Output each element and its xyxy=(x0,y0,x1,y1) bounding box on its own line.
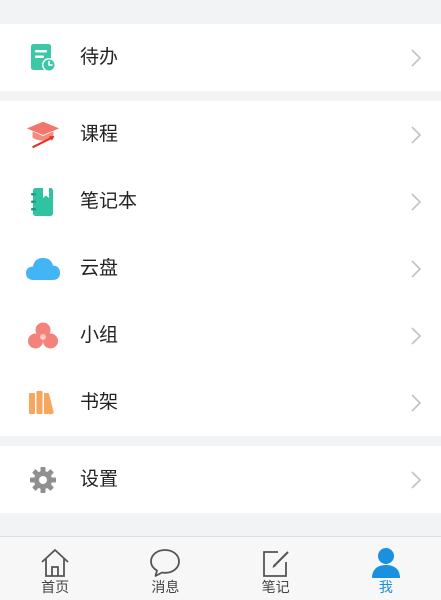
chevron-right-icon xyxy=(411,125,422,144)
bookshelf-icon xyxy=(25,385,61,421)
edit-note-icon xyxy=(260,547,292,579)
bottom-tab-bar: 首页 消息 笔记 我 xyxy=(0,536,441,600)
chevron-right-icon xyxy=(411,393,422,412)
menu-group-settings: 设置 xyxy=(0,446,441,513)
home-icon xyxy=(39,547,71,579)
menu-item-courses[interactable]: 课程 xyxy=(0,101,441,168)
tab-me[interactable]: 我 xyxy=(331,537,441,600)
profile-screen: 待办 课程 笔记本 云盘 小组 书架 设置 首页 消息 笔记 我 xyxy=(0,0,441,600)
person-icon xyxy=(370,547,402,579)
menu-item-cloud-drive[interactable]: 云盘 xyxy=(0,235,441,302)
tab-label: 笔记 xyxy=(261,580,290,596)
menu-item-bookshelf[interactable]: 书架 xyxy=(0,369,441,436)
menu-item-label: 设置 xyxy=(80,468,119,490)
menu-item-groups[interactable]: 小组 xyxy=(0,302,441,369)
message-bubble-icon xyxy=(149,547,181,579)
menu-item-label: 书架 xyxy=(80,391,119,413)
chevron-right-icon xyxy=(411,192,422,211)
todo-clock-icon xyxy=(25,40,61,76)
menu-item-todo[interactable]: 待办 xyxy=(0,24,441,91)
gear-icon xyxy=(25,462,61,498)
group-circles-icon xyxy=(25,318,61,354)
menu-item-label: 云盘 xyxy=(80,257,119,279)
chevron-right-icon xyxy=(411,326,422,345)
tab-messages[interactable]: 消息 xyxy=(110,537,220,600)
menu-item-label: 课程 xyxy=(80,123,119,145)
menu-item-notebook[interactable]: 笔记本 xyxy=(0,168,441,235)
tab-label: 首页 xyxy=(41,580,70,596)
tab-label: 我 xyxy=(378,580,393,596)
menu-item-label: 小组 xyxy=(80,324,119,346)
chevron-right-icon xyxy=(411,259,422,278)
graduation-cap-icon xyxy=(25,117,61,153)
menu-item-label: 笔记本 xyxy=(80,190,138,212)
menu-group-main: 课程 笔记本 云盘 小组 书架 xyxy=(0,101,441,436)
chevron-right-icon xyxy=(411,470,422,489)
cloud-icon xyxy=(25,251,61,287)
notebook-icon xyxy=(25,184,61,220)
chevron-right-icon xyxy=(411,48,422,67)
menu-item-label: 待办 xyxy=(80,46,119,68)
tab-notes[interactable]: 笔记 xyxy=(221,537,331,600)
tab-label: 消息 xyxy=(151,580,180,596)
menu-group-todo: 待办 xyxy=(0,24,441,91)
tab-home[interactable]: 首页 xyxy=(0,537,110,600)
menu-item-settings[interactable]: 设置 xyxy=(0,446,441,513)
